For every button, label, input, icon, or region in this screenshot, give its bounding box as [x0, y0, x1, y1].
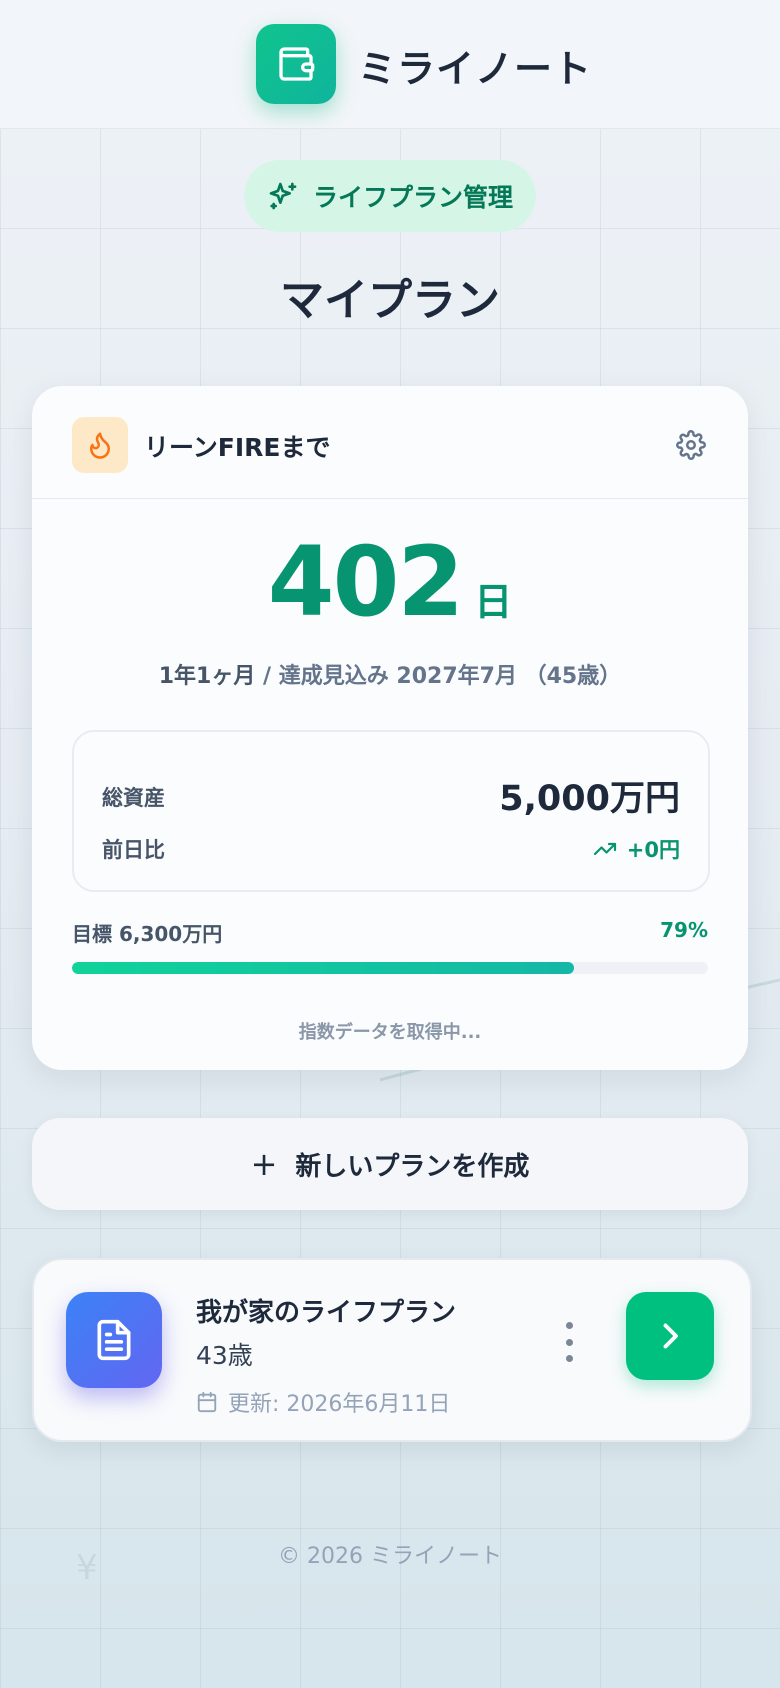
day-change-value: +0円	[626, 838, 680, 862]
card-header: リーンFIREまで	[32, 386, 748, 499]
forecast-text: 達成見込み 2027年7月 （45歳）	[278, 664, 622, 689]
flame-icon	[90, 432, 110, 459]
lifeplan-badge: ライフプラン管理	[244, 160, 536, 232]
goal-progress-percent: 79%	[660, 918, 708, 942]
new-plan-button[interactable]: + 新しいプランを作成	[32, 1118, 748, 1210]
fire-target-label: リーンFIREまで	[144, 433, 331, 462]
goal-progress-fill	[72, 962, 575, 974]
document-icon	[97, 1319, 131, 1361]
duration-text: 1年1ヶ月	[158, 664, 256, 689]
day-change-label: 前日比	[102, 838, 165, 862]
trending-up-icon	[593, 842, 616, 856]
plus-icon: +	[250, 1145, 278, 1183]
days-remaining: 402 日	[32, 526, 748, 638]
app-logo[interactable]	[256, 24, 336, 104]
total-assets-label: 総資産	[102, 786, 165, 810]
open-plan-button[interactable]	[626, 1292, 714, 1380]
plan-name: 我が家のライフプラン	[196, 1298, 457, 1328]
day-change: +0円	[593, 834, 680, 864]
total-assets-value: 5,000万円	[499, 779, 680, 819]
plan-updated-text: 更新: 2026年6月11日	[228, 1392, 451, 1417]
days-count: 402	[267, 526, 464, 638]
days-unit: 日	[474, 580, 513, 624]
new-plan-label: 新しいプランを作成	[295, 1151, 530, 1182]
footer-copyright: © 2026 ミライノート	[278, 1544, 502, 1569]
chevron-right-icon	[663, 1323, 678, 1349]
app-header: ミライノート	[0, 0, 780, 129]
calendar-icon	[197, 1391, 217, 1413]
plan-age: 43歳	[196, 1341, 253, 1370]
app-title: ミライノート	[358, 47, 593, 91]
forecast-line: 1年1ヶ月 / 達成見込み 2027年7月 （45歳）	[32, 658, 748, 690]
page-title: マイプラン	[280, 275, 500, 326]
plan-icon-badge	[66, 1292, 162, 1388]
plan-updated: 更新: 2026年6月11日	[196, 1386, 450, 1418]
fire-countdown-card: リーンFIREまで 402 日 1年1ヶ月 / 達成見込み 2027年7月 （45…	[32, 386, 748, 1070]
flame-badge	[72, 417, 128, 473]
goal-label: 目標 6,300万円	[72, 922, 223, 946]
sparkles-icon	[269, 182, 297, 210]
goal-progress-bar	[72, 962, 708, 974]
separator: /	[263, 664, 272, 689]
plan-card[interactable]: 我が家のライフプラン 43歳 更新: 2026年6月11日	[32, 1258, 752, 1442]
gear-icon[interactable]	[676, 430, 706, 460]
asset-summary: 総資産 5,000万円 前日比 +0円	[72, 730, 710, 892]
wallet-icon	[279, 47, 315, 81]
badge-label: ライフプラン管理	[312, 183, 513, 212]
loading-text: 指数データを取得中...	[298, 1022, 482, 1043]
more-options-icon[interactable]	[554, 1322, 584, 1362]
